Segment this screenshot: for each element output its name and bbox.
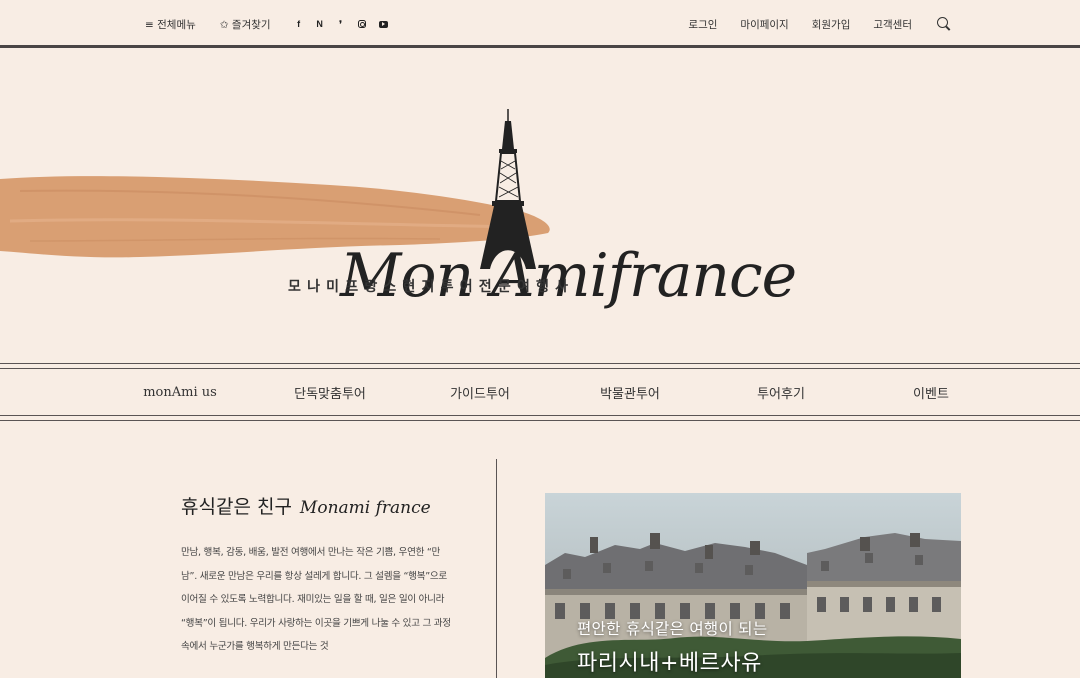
kakao-story-icon[interactable]: ❜ bbox=[337, 19, 345, 30]
intro-body-text: 만남, 행복, 감동, 배움, 발전 여행에서 만나는 작은 기쁨, 우연한 “… bbox=[181, 547, 451, 652]
feature-photo-banner[interactable]: 편안한 휴식같은 여행이 되는 파리시내+베르사유 bbox=[545, 493, 961, 678]
social-links: f N ❜ bbox=[295, 19, 388, 30]
utility-left: ≡ 전체메뉴 ✩ 즐겨찾기 f N ❜ bbox=[145, 0, 388, 48]
nav-item-museum-tour[interactable]: 박물관투어 bbox=[600, 364, 660, 420]
favorites-link[interactable]: ✩ 즐겨찾기 bbox=[220, 17, 271, 32]
search-icon[interactable] bbox=[936, 16, 952, 32]
intro-section: 휴식같은 친구 Monami france 만남, 행복, 감동, 배움, 발전… bbox=[181, 492, 451, 659]
nav-item-reviews[interactable]: 투어후기 bbox=[757, 364, 805, 420]
hero-logo-area: Mon Amifrance 모나미프랑스현지투어전문여행사 bbox=[0, 51, 1080, 363]
intro-title-brand: Monami france bbox=[299, 498, 431, 518]
youtube-icon[interactable] bbox=[378, 20, 388, 28]
main-navigation: monAmi us 단독맞춤투어 가이드투어 박물관투어 투어후기 이벤트 bbox=[0, 363, 1080, 421]
naver-icon[interactable]: N bbox=[316, 19, 324, 29]
signup-link[interactable]: 회원가입 bbox=[812, 17, 851, 32]
login-link[interactable]: 로그인 bbox=[688, 17, 717, 32]
customer-center-link[interactable]: 고객센터 bbox=[873, 17, 912, 32]
nav-item-events[interactable]: 이벤트 bbox=[913, 364, 949, 420]
all-menu-link[interactable]: ≡ 전체메뉴 bbox=[145, 17, 196, 32]
intro-title-korean: 휴식같은 친구 bbox=[181, 496, 292, 518]
facebook-icon[interactable]: f bbox=[295, 19, 303, 29]
nav-item-guide-tour[interactable]: 가이드투어 bbox=[450, 364, 510, 420]
feature-caption-line1: 편안한 휴식같은 여행이 되는 bbox=[577, 620, 768, 638]
top-utility-bar: ≡ 전체메뉴 ✩ 즐겨찾기 f N ❜ 로그인 마이페이지 회원가입 고객센터 bbox=[0, 0, 1080, 48]
logo-tagline: 모나미프랑스현지투어전문여행사 bbox=[288, 279, 575, 295]
instagram-icon[interactable] bbox=[357, 20, 366, 28]
mypage-link[interactable]: 마이페이지 bbox=[740, 17, 788, 32]
feature-caption-line2: 파리시내+베르사유 bbox=[577, 651, 762, 676]
utility-right: 로그인 마이페이지 회원가입 고객센터 bbox=[688, 0, 952, 48]
intro-title: 휴식같은 친구 Monami france bbox=[181, 492, 451, 519]
nav-item-private-tour[interactable]: 단독맞춤투어 bbox=[294, 364, 366, 420]
nav-item-monami-us[interactable]: monAmi us bbox=[143, 364, 217, 420]
content-divider bbox=[496, 459, 497, 678]
